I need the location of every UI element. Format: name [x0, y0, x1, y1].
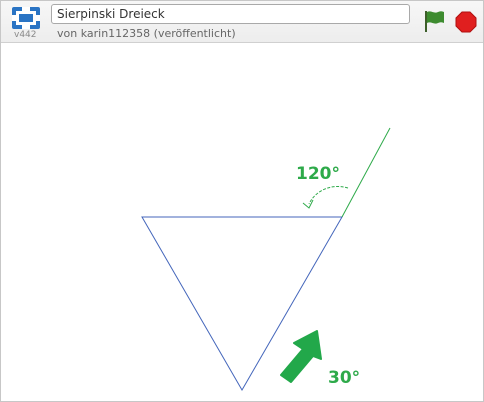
green-flag-icon [425, 11, 444, 32]
sierpinski-triangle [141, 216, 343, 391]
fullscreen-icon [12, 7, 40, 29]
turn-curve-arrowhead [302, 199, 314, 209]
turn-curve-arrow [308, 186, 349, 205]
stage[interactable]: 120° 30° [1, 43, 483, 401]
stop-button[interactable] [455, 11, 477, 33]
version-label: v442 [14, 30, 37, 40]
direction-arrow-icon [280, 330, 322, 383]
stage-canvas: 120° 30° [141, 127, 391, 391]
player-toolbar: v442 von karin112358 (veröffentlicht) [1, 1, 483, 43]
project-author: von karin112358 (veröffentlicht) [57, 27, 236, 40]
stop-sign-icon [455, 11, 477, 33]
angle-label-top: 120° [296, 164, 340, 184]
project-title-input[interactable] [51, 4, 410, 24]
player-window: v442 von karin112358 (veröffentlicht) 12 [0, 0, 484, 402]
fullscreen-button[interactable] [11, 6, 41, 30]
green-flag-button[interactable] [422, 10, 446, 32]
angle-label-bottom: 30° [328, 368, 360, 388]
turn-direction-line [341, 127, 391, 218]
